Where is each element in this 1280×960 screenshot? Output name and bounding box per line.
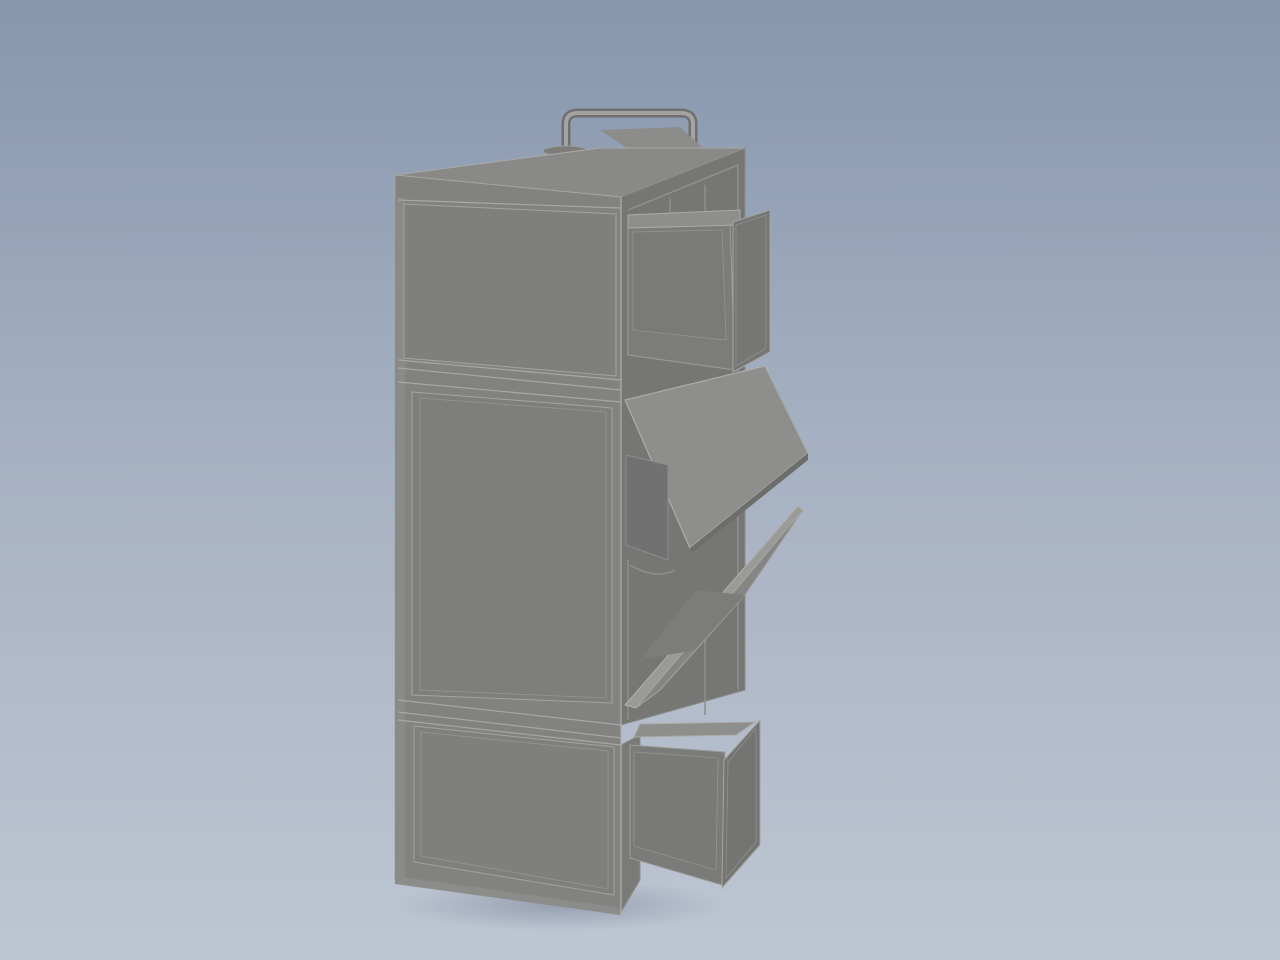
cabinet-model[interactable] — [0, 0, 1280, 960]
bottom-drawer[interactable] — [629, 718, 761, 890]
3d-viewport[interactable] — [0, 0, 1280, 960]
bottom-drawer-front[interactable] — [721, 718, 761, 890]
top-module-panel — [403, 203, 617, 377]
top-drawer-front[interactable] — [732, 209, 771, 373]
top-drawer[interactable] — [627, 209, 771, 373]
middle-module-panel — [411, 391, 613, 704]
inner-column — [625, 454, 669, 561]
